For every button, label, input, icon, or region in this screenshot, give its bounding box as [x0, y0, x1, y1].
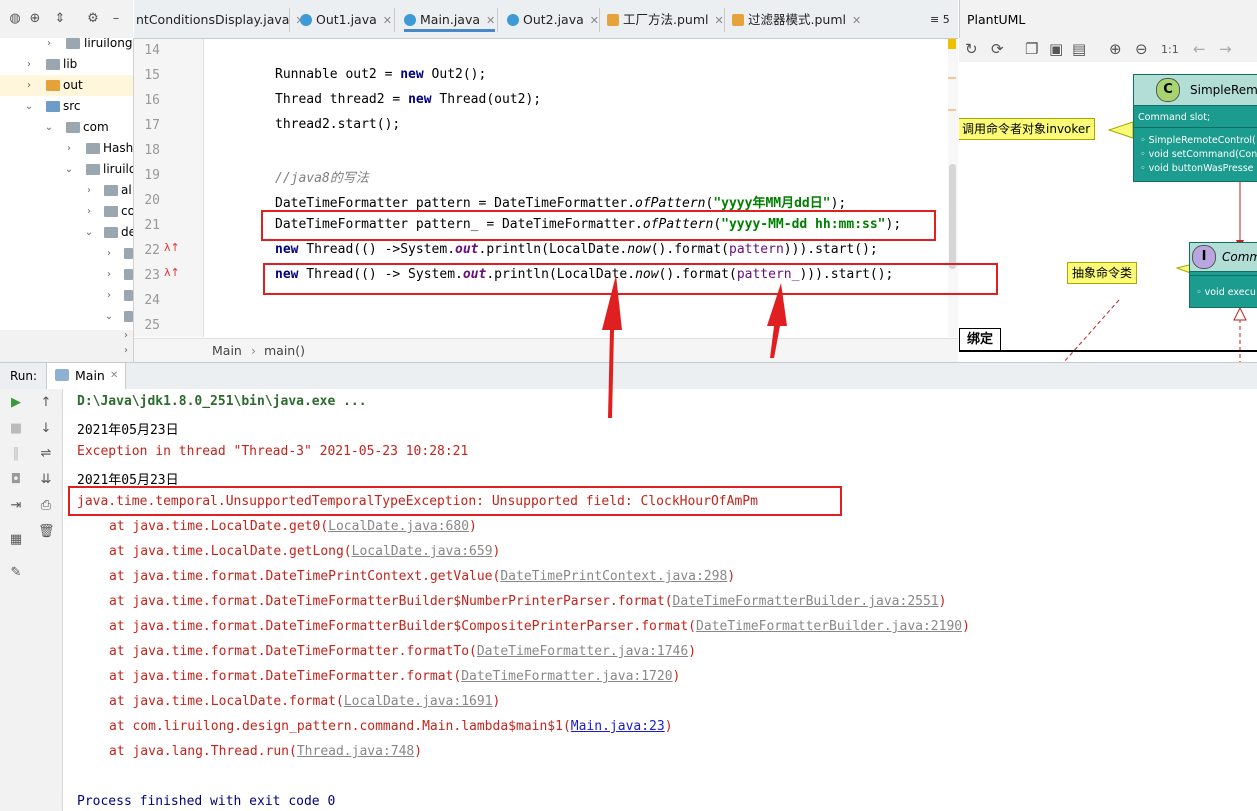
annotation-arrows	[602, 275, 787, 418]
